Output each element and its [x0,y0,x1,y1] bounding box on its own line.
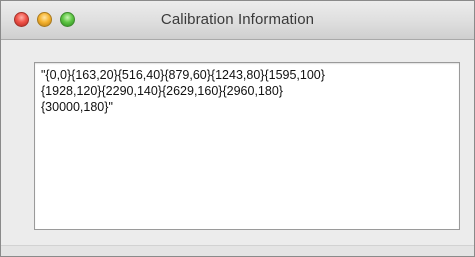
calibration-text-area[interactable]: "{0,0}{163,20}{516,40}{879,60}{1243,80}{… [34,62,460,230]
title-bar[interactable]: Calibration Information [1,1,474,40]
window-content: "{0,0}{163,20}{516,40}{879,60}{1243,80}{… [1,40,474,256]
window-bottom-edge [1,245,474,256]
window-title: Calibration Information [160,11,315,28]
calibration-window: Calibration Information "{0,0}{163,20}{5… [0,0,475,257]
